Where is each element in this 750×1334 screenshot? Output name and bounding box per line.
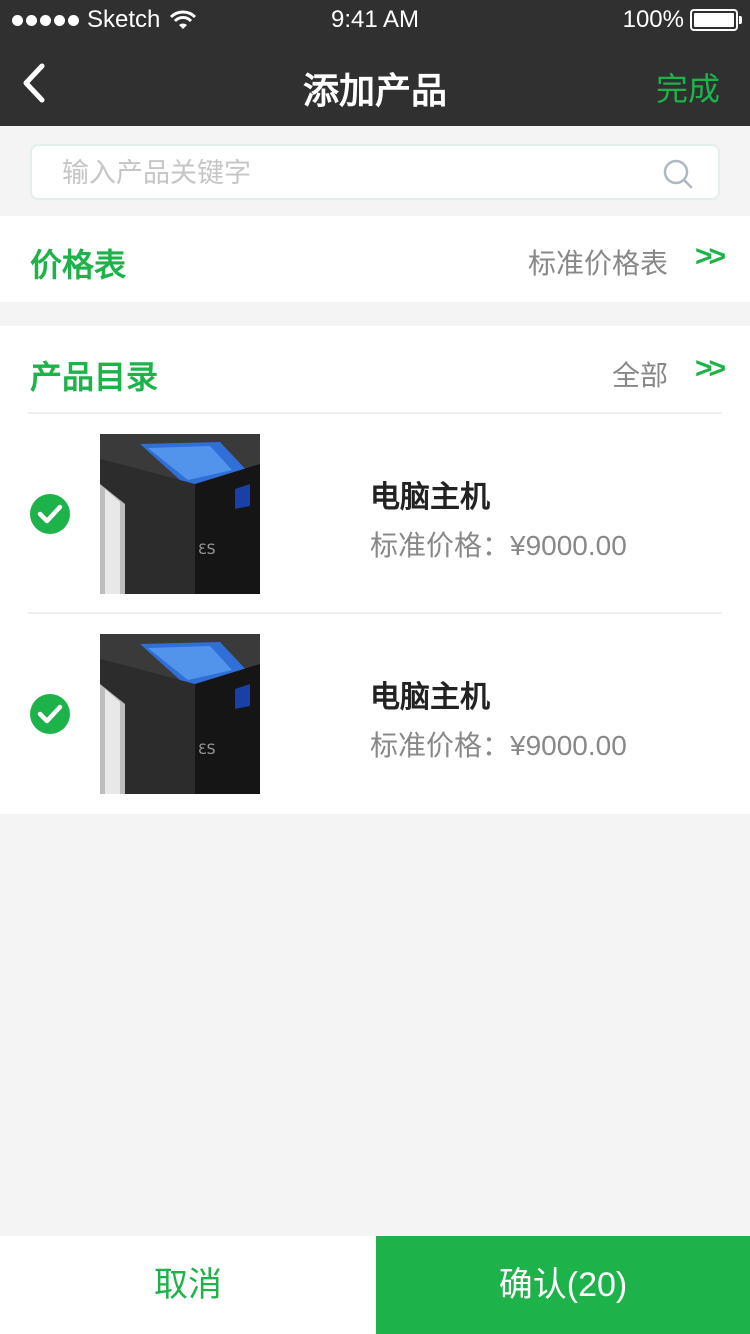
product-price: 标准价格：¥9000.00 (370, 530, 627, 561)
catalog-header-row[interactable]: 产品目录 全部 >> (28, 326, 726, 414)
product-list-item[interactable]: ƐS 电脑主机 标准价格：¥9000.00 (28, 414, 722, 614)
status-bar: Sketch 9:41 AM 100% (0, 0, 750, 40)
done-button[interactable]: 完成 (656, 64, 720, 110)
price-list-arrow-icon[interactable]: >> (695, 240, 726, 274)
catalog-filter-value: 全部 (611, 360, 668, 391)
nav-bar: 添加产品 完成 (0, 40, 750, 126)
product-image: ƐS (100, 634, 260, 794)
catalog-arrow-icon[interactable]: >> (695, 352, 726, 386)
product-list-item[interactable]: ƐS 电脑主机 标准价格：¥9000.00 (28, 614, 722, 814)
price-list-value: 标准价格表 (527, 248, 668, 279)
product-catalog-section: 产品目录 全部 >> ƐS 电脑主机 标准价格：¥9000.00 ƐS 电脑主机… (0, 326, 750, 814)
cancel-button[interactable]: 取消 (0, 1236, 376, 1334)
catalog-label: 产品目录 (30, 359, 159, 395)
battery-percent: 100% (622, 6, 684, 33)
search-input[interactable] (62, 156, 662, 190)
product-name: 电脑主机 (370, 481, 490, 514)
checkmark-icon[interactable] (30, 694, 70, 734)
svg-text:ƐS: ƐS (198, 742, 216, 758)
battery-info: 100% (622, 6, 742, 34)
battery-icon (690, 9, 742, 31)
search-area (0, 126, 750, 216)
search-box (30, 144, 720, 200)
price-list-row[interactable]: 价格表 标准价格表 >> (0, 216, 750, 302)
search-icon[interactable] (662, 158, 694, 190)
svg-text:ƐS: ƐS (198, 542, 216, 558)
product-image: ƐS (100, 434, 260, 594)
product-name: 电脑主机 (370, 681, 490, 714)
checkmark-icon[interactable] (30, 494, 70, 534)
price-list-label: 价格表 (30, 247, 127, 283)
page-title: 添加产品 (302, 70, 447, 111)
bottom-action-bar: 取消 确认(20) (0, 1236, 750, 1334)
product-price: 标准价格：¥9000.00 (370, 730, 627, 761)
confirm-button[interactable]: 确认(20) (376, 1236, 750, 1334)
